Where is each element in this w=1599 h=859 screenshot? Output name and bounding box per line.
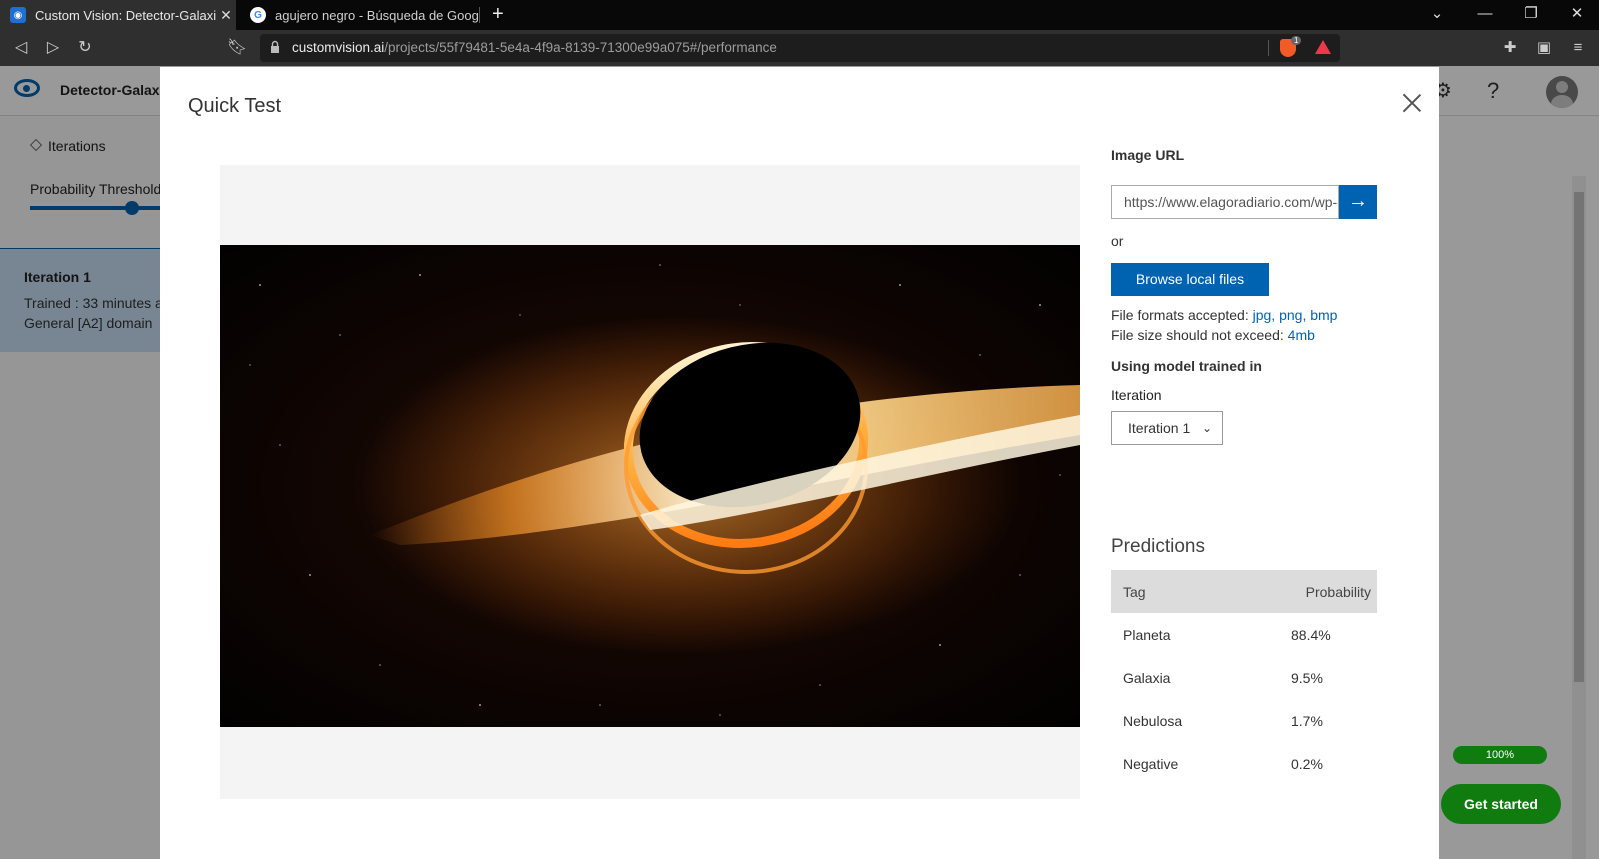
prediction-probability: 9.5%: [1291, 669, 1323, 686]
window-close-icon[interactable]: ✕: [1554, 0, 1599, 30]
prediction-probability: 1.7%: [1291, 712, 1323, 729]
url-text: customvision.ai/projects/55f79481-5e4a-4…: [292, 40, 777, 55]
file-formats-info: File formats accepted: jpg, png, bmp: [1111, 307, 1338, 323]
address-bar[interactable]: customvision.ai/projects/55f79481-5e4a-4…: [260, 34, 1340, 62]
or-label: or: [1111, 233, 1124, 249]
new-tab-icon[interactable]: +: [492, 3, 504, 26]
progress-badge: 100%: [1453, 746, 1547, 764]
probability-column-header: Probability: [1305, 583, 1371, 600]
bookmark-icon[interactable]: 🔖︎: [226, 37, 248, 59]
table-row: Planeta 88.4%: [1111, 613, 1377, 656]
prediction-tag: Galaxia: [1123, 669, 1171, 686]
table-row: Nebulosa 1.7%: [1111, 699, 1377, 742]
image-url-input[interactable]: https://www.elagoradiario.com/wp-content…: [1111, 185, 1339, 219]
prediction-probability: 88.4%: [1291, 626, 1331, 643]
brave-rewards-icon[interactable]: [1315, 40, 1331, 54]
file-formats-link[interactable]: jpg, png, bmp: [1253, 307, 1338, 323]
quick-test-dialog: Quick Test Image URL https://www.elagora…: [160, 67, 1439, 859]
browser-tab-bar: ◉ Custom Vision: Detector-Galaxias ✕ G a…: [0, 0, 1599, 30]
prediction-tag: Planeta: [1123, 626, 1171, 643]
brave-shields-badge: 1: [1291, 36, 1302, 45]
browser-toolbar: ◁ ▷ ↻ 🔖︎ customvision.ai/projects/55f794…: [0, 30, 1599, 66]
reload-icon[interactable]: ↻: [74, 37, 96, 59]
tag-column-header: Tag: [1123, 583, 1146, 600]
file-size-info: File size should not exceed: 4mb: [1111, 327, 1315, 343]
back-icon[interactable]: ◁: [10, 37, 32, 59]
predictions-table: Tag Probability Planeta 88.4% Galaxia 9.…: [1111, 570, 1377, 785]
menu-icon[interactable]: ≡: [1568, 38, 1588, 58]
model-label: Using model trained in: [1111, 358, 1262, 374]
dialog-title: Quick Test: [188, 95, 281, 117]
get-started-button[interactable]: Get started: [1441, 784, 1561, 824]
prediction-probability: 0.2%: [1291, 755, 1323, 772]
custom-vision-favicon-icon: ◉: [10, 7, 26, 23]
arrow-right-icon: →: [1348, 190, 1368, 212]
iteration-select[interactable]: Iteration 1 ⌄: [1111, 411, 1223, 445]
close-icon[interactable]: [1400, 91, 1424, 115]
forward-icon[interactable]: ▷: [42, 37, 64, 59]
submit-url-button[interactable]: →: [1339, 185, 1377, 219]
wallet-icon[interactable]: ▣: [1534, 38, 1554, 58]
tab-close-icon[interactable]: ✕: [216, 7, 236, 24]
image-preview-area: [220, 165, 1080, 799]
file-size-link[interactable]: 4mb: [1288, 327, 1315, 343]
tab-search-chevron-icon[interactable]: ⌄: [1414, 0, 1460, 30]
extensions-icon[interactable]: ✚: [1500, 38, 1520, 58]
tab-google-search[interactable]: G agujero negro - Búsqueda de Google: [240, 0, 480, 30]
tab-title: Custom Vision: Detector-Galaxias: [35, 7, 216, 23]
minimize-icon[interactable]: —: [1462, 0, 1508, 30]
lock-icon: [271, 40, 279, 53]
prediction-tag: Nebulosa: [1123, 712, 1183, 729]
image-url-label: Image URL: [1111, 147, 1185, 163]
prediction-tag: Negative: [1123, 755, 1179, 772]
tab-custom-vision[interactable]: ◉ Custom Vision: Detector-Galaxias ✕: [0, 0, 236, 30]
tab-title: agujero negro - Búsqueda de Google: [275, 7, 480, 23]
table-header: Tag Probability: [1111, 570, 1377, 613]
table-row: Galaxia 9.5%: [1111, 656, 1377, 699]
quick-test-options: Image URL https://www.elagoradiario.com/…: [1111, 67, 1401, 859]
browse-local-files-button[interactable]: Browse local files: [1111, 263, 1269, 296]
black-hole-illustration: [220, 245, 1080, 727]
predictions-title: Predictions: [1111, 536, 1205, 557]
iteration-select-label: Iteration: [1111, 387, 1162, 403]
restore-icon[interactable]: ❐: [1508, 0, 1554, 30]
black-hole-image: [220, 245, 1080, 727]
table-row: Negative 0.2%: [1111, 742, 1377, 785]
google-favicon-icon: G: [250, 7, 266, 23]
chevron-down-icon: ⌄: [1201, 421, 1212, 435]
